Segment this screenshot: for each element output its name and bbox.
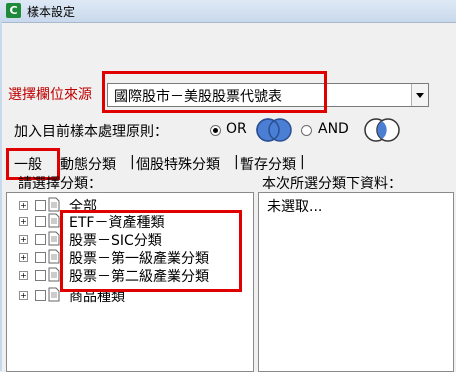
- app-logo-icon: C: [6, 3, 21, 18]
- tab-special[interactable]: 個股特殊分類: [136, 154, 220, 174]
- tab-temp[interactable]: 暫存分類: [240, 154, 296, 174]
- venn-and-icon: [364, 118, 400, 142]
- expand-icon[interactable]: +: [19, 217, 28, 226]
- expand-icon[interactable]: +: [19, 291, 28, 300]
- highlight-box-categories: [60, 210, 242, 292]
- selected-data-list[interactable]: 未選取...: [258, 192, 454, 372]
- tab-separator: |: [234, 154, 239, 170]
- rule-label: 加入目前樣本處理原則：: [14, 124, 168, 140]
- tree-checkbox[interactable]: [35, 216, 46, 227]
- radio-or[interactable]: [210, 125, 221, 136]
- expand-icon[interactable]: +: [19, 201, 28, 210]
- tab-dynamic[interactable]: 動態分類: [60, 154, 116, 174]
- radio-and[interactable]: [301, 125, 312, 136]
- document-icon: [48, 249, 60, 264]
- chevron-down-icon[interactable]: [411, 84, 428, 106]
- highlight-box-source: [102, 71, 327, 113]
- document-icon: [48, 213, 60, 228]
- expand-icon[interactable]: +: [19, 235, 28, 244]
- tree-checkbox[interactable]: [35, 234, 46, 245]
- document-icon: [48, 287, 60, 302]
- window-title: 樣本設定: [27, 5, 76, 19]
- right-panel-header: 本次所選分類下資料：: [262, 176, 402, 192]
- tree-checkbox[interactable]: [35, 200, 46, 211]
- expand-icon[interactable]: +: [19, 271, 28, 280]
- tree-checkbox[interactable]: [35, 252, 46, 263]
- radio-and-label: AND: [318, 121, 349, 137]
- list-item: 未選取...: [267, 199, 323, 215]
- tab-separator: |: [130, 154, 135, 170]
- document-icon: [48, 197, 60, 212]
- tree-checkbox[interactable]: [35, 270, 46, 281]
- radio-or-label: OR: [226, 121, 247, 137]
- expand-icon[interactable]: +: [19, 253, 28, 262]
- title-bar[interactable]: C 樣本設定: [0, 0, 456, 23]
- tree-checkbox[interactable]: [35, 290, 46, 301]
- venn-or-icon: [256, 118, 292, 142]
- document-icon: [48, 231, 60, 246]
- document-icon: [48, 267, 60, 282]
- left-panel-header: 請選擇分類：: [18, 176, 102, 192]
- tab-separator: |: [300, 154, 305, 170]
